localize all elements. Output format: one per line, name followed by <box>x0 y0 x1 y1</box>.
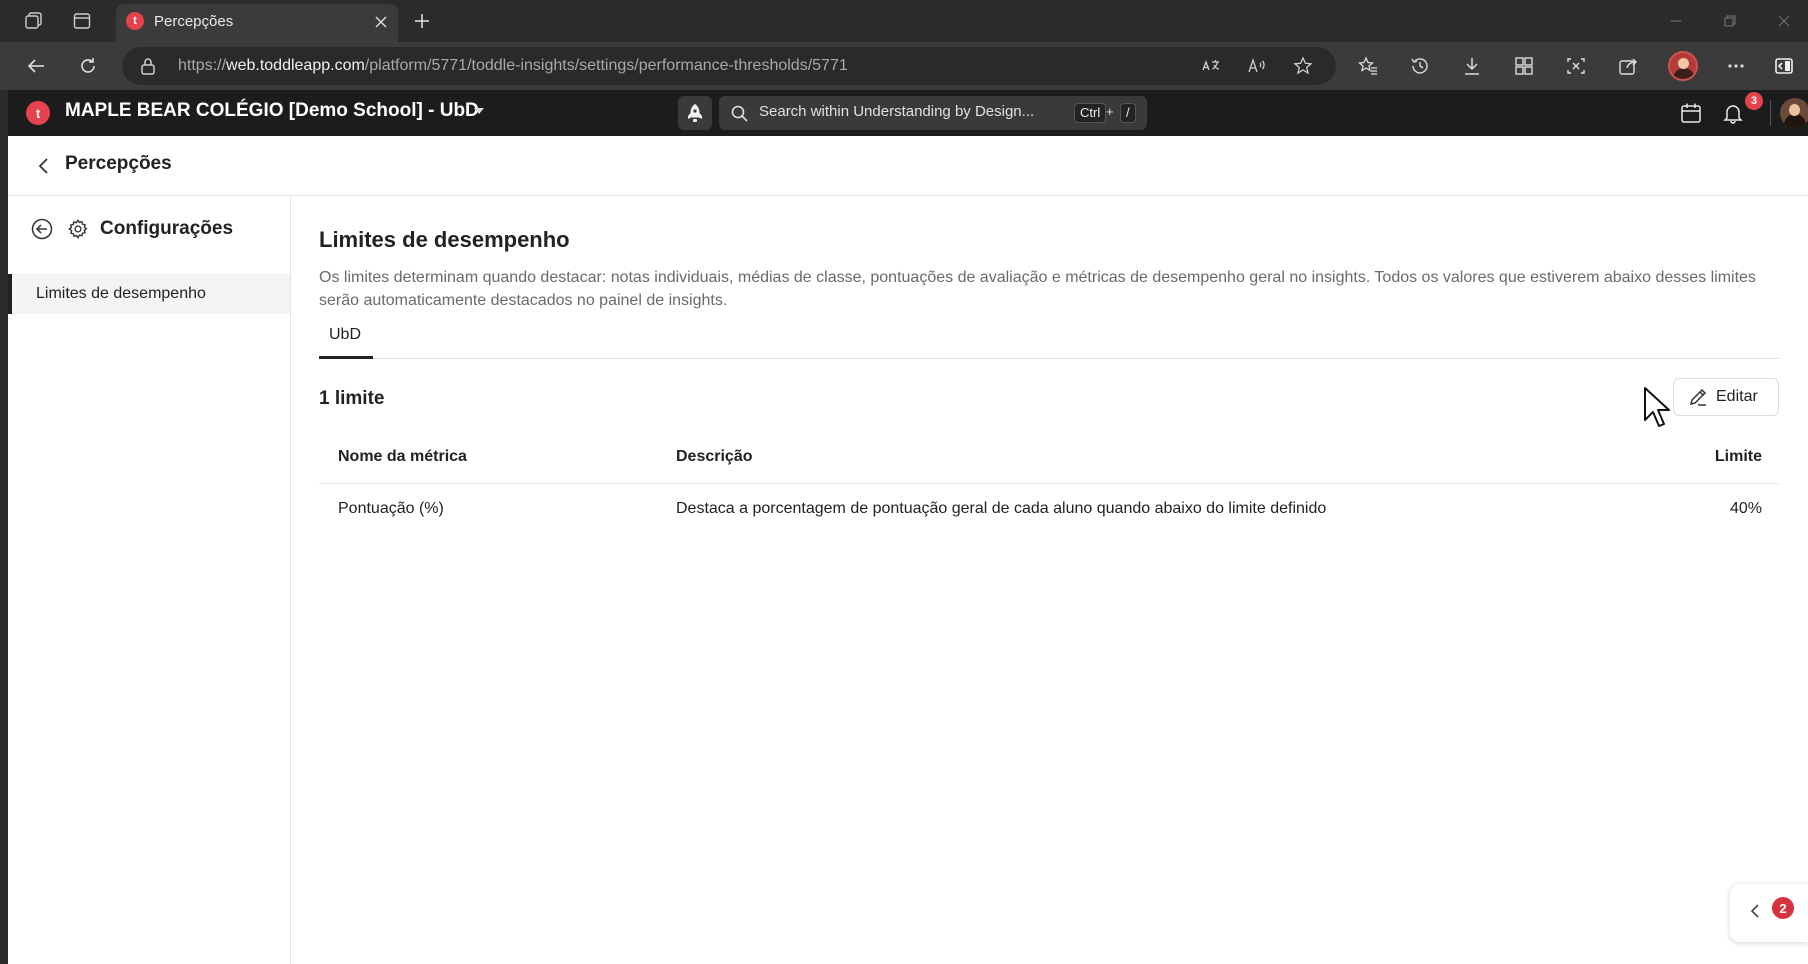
more-options-icon[interactable] <box>1724 54 1748 78</box>
edit-button[interactable]: Editar <box>1673 378 1779 416</box>
refresh-icon[interactable] <box>76 54 100 78</box>
restore-icon[interactable] <box>1712 8 1748 34</box>
favorite-star-icon[interactable] <box>1292 55 1314 77</box>
shortcut-ctrl-key: Ctrl <box>1074 103 1107 123</box>
school-switcher[interactable]: MAPLE BEAR COLÉGIO [Demo School] - UbD <box>65 100 479 122</box>
tab-close-icon[interactable] <box>370 11 392 33</box>
column-header-metric: Nome da métrica <box>338 448 467 465</box>
notifications-bell-icon[interactable] <box>1720 100 1746 126</box>
downloads-icon[interactable] <box>1460 54 1484 78</box>
page-body: Percepções Configurações Limites de dese… <box>8 136 1808 964</box>
table-row: Pontuação (%) Destaca a porcentagem de p… <box>319 484 1779 536</box>
search-placeholder: Search within Understanding by Design... <box>759 103 1035 120</box>
sidebar-item-label: Limites de desempenho <box>36 285 206 302</box>
help-badge: 2 <box>1772 897 1794 919</box>
translate-icon[interactable] <box>1200 55 1222 77</box>
toddle-logo-icon[interactable]: t <box>26 101 50 125</box>
table-header: Nome da métrica Descrição Limite <box>319 431 1779 484</box>
user-avatar[interactable] <box>1780 98 1808 128</box>
thresholds-table: Nome da métrica Descrição Limite Pontuaç… <box>319 431 1779 536</box>
browser-tab-bar: t Percepções <box>0 0 1808 42</box>
notification-badge: 3 <box>1745 92 1763 110</box>
page-title: Percepções <box>65 153 172 174</box>
tab-label: UbD <box>329 326 362 343</box>
cell-limit-value: 40% <box>1729 500 1762 517</box>
tab-title: Percepções <box>154 13 234 30</box>
tab-bar: UbD <box>319 317 1779 359</box>
back-arrow-icon[interactable] <box>24 54 48 78</box>
back-chevron-icon[interactable] <box>32 155 54 177</box>
browser-profile-avatar[interactable] <box>1668 51 1698 81</box>
vertical-tabs-icon[interactable] <box>70 9 94 33</box>
chevron-down-icon[interactable] <box>474 108 484 114</box>
workspaces-icon[interactable] <box>22 9 46 33</box>
edit-label: Editar <box>1716 388 1758 405</box>
lock-icon[interactable] <box>140 57 156 75</box>
shortcut-plus: + <box>1106 104 1114 119</box>
favorites-icon[interactable] <box>1356 54 1380 78</box>
sidebar-item-performance-thresholds[interactable]: Limites de desempenho <box>8 274 290 314</box>
url-field[interactable]: https://web.toddleapp.com/platform/5771/… <box>122 47 1336 85</box>
sidebar-title: Configurações <box>100 218 234 239</box>
threshold-count: 1 limite <box>319 388 385 409</box>
browser-address-bar: https://web.toddleapp.com/platform/5771/… <box>0 42 1808 90</box>
search-icon <box>731 105 748 122</box>
rocket-icon[interactable] <box>678 96 712 130</box>
history-icon[interactable] <box>1408 54 1432 78</box>
settings-sidebar: Configurações Limites de desempenho <box>8 197 291 964</box>
section-description: Os limites determinam quando destacar: n… <box>319 269 1756 309</box>
cell-description: Destaca a porcentagem de pontuação geral… <box>676 500 1327 517</box>
help-panel-toggle[interactable]: 2 <box>1730 884 1808 942</box>
header-divider <box>1770 100 1771 126</box>
gear-icon <box>66 217 90 241</box>
tab-favicon-icon: t <box>126 12 144 30</box>
calendar-icon[interactable] <box>1678 100 1704 126</box>
close-window-icon[interactable] <box>1766 8 1802 34</box>
pencil-icon <box>1688 387 1708 407</box>
app-header: t MAPLE BEAR COLÉGIO [Demo School] - UbD… <box>8 90 1808 136</box>
chevron-left-icon <box>1750 903 1760 919</box>
section-title: Limites de desempenho <box>319 227 570 252</box>
new-tab-icon[interactable] <box>410 9 434 33</box>
shortcut-slash-key: / <box>1120 103 1136 123</box>
column-header-description: Descrição <box>676 448 753 465</box>
page-topbar: Percepções <box>8 136 1808 196</box>
read-aloud-icon[interactable] <box>1246 55 1268 77</box>
cell-metric-name: Pontuação (%) <box>338 500 444 517</box>
share-icon[interactable] <box>1616 54 1640 78</box>
column-header-limit: Limite <box>1714 448 1762 465</box>
url-text: https://web.toddleapp.com/platform/5771/… <box>178 57 848 74</box>
sidebar-toggle-icon[interactable] <box>1772 54 1796 78</box>
tab-ubd[interactable]: UbD <box>319 317 373 359</box>
minimize-icon[interactable] <box>1658 8 1694 34</box>
screenshot-icon[interactable] <box>1564 54 1588 78</box>
extensions-icon[interactable] <box>1512 54 1536 78</box>
browser-tab-active[interactable]: t Percepções <box>116 4 398 42</box>
mouse-cursor-icon <box>1643 386 1671 428</box>
back-circle-arrow-icon[interactable] <box>30 217 54 241</box>
search-bar[interactable]: Search within Understanding by Design...… <box>719 96 1147 130</box>
